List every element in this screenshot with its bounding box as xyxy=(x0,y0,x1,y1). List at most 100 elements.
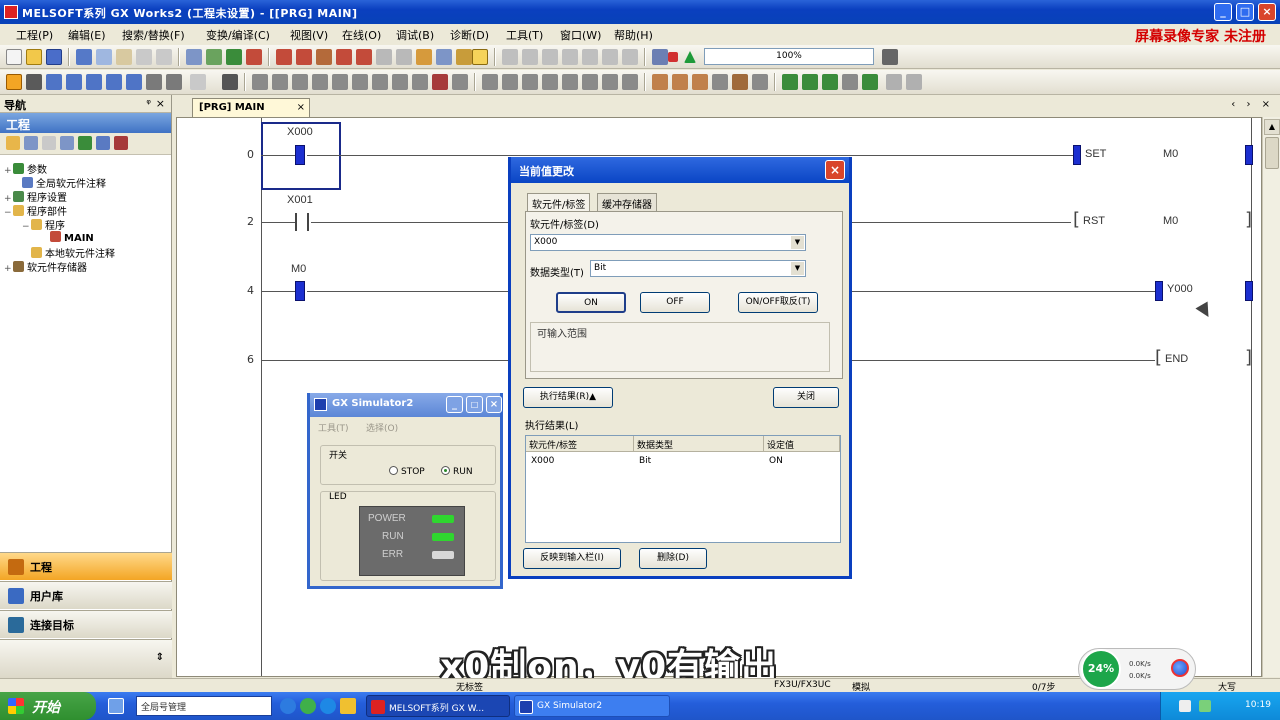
paste-icon[interactable] xyxy=(116,49,132,65)
dialog-close-text-button[interactable]: 关闭 xyxy=(773,387,839,408)
parallel-rising-icon[interactable] xyxy=(502,74,518,90)
device-test-icon[interactable] xyxy=(396,49,412,65)
minimize-button[interactable]: _ xyxy=(1214,3,1232,21)
address-bar[interactable]: 全局号管理 xyxy=(136,696,272,716)
tab-device-label[interactable]: 软元件/标签 xyxy=(527,193,591,211)
insert-col-icon[interactable] xyxy=(692,74,708,90)
monitor-write-icon[interactable] xyxy=(376,49,392,65)
parallel-closed-icon[interactable] xyxy=(312,74,328,90)
read-mode-icon[interactable] xyxy=(26,74,42,90)
run-icon[interactable] xyxy=(684,51,696,63)
col-device[interactable]: 软元件/标签 xyxy=(526,436,634,452)
tray-volume-icon[interactable] xyxy=(1179,700,1191,712)
off-button[interactable]: OFF xyxy=(640,292,710,313)
menu-edit[interactable]: 编辑(E) xyxy=(68,27,106,43)
tree-item-device-memory[interactable]: + 软元件存储器 xyxy=(4,259,87,274)
write-plc-icon[interactable] xyxy=(296,49,312,65)
comment-icon[interactable] xyxy=(106,74,122,90)
insert-row-icon[interactable] xyxy=(652,74,668,90)
nav-property-icon[interactable] xyxy=(114,136,128,150)
closed-contact-icon[interactable] xyxy=(292,74,308,90)
nav-close-icon[interactable]: × xyxy=(156,97,165,110)
vline-icon[interactable] xyxy=(392,74,408,90)
tree-item-parameter[interactable]: + 参数 xyxy=(4,161,47,176)
zoom-field[interactable]: 100% xyxy=(704,48,874,65)
col-datatype[interactable]: 数据类型 xyxy=(634,436,764,452)
break-icon[interactable] xyxy=(542,49,558,65)
device-combobox[interactable]: X000 ▼ xyxy=(530,234,806,251)
close-button[interactable]: × xyxy=(1258,3,1276,21)
sampling-icon[interactable] xyxy=(602,49,618,65)
delete-row-icon[interactable] xyxy=(672,74,688,90)
new-file-icon[interactable] xyxy=(6,49,22,65)
tree-item-program-setting[interactable]: + 程序设置 xyxy=(4,189,67,204)
simulation-active-icon[interactable] xyxy=(472,49,488,65)
sim-menu-option[interactable]: 选择(O) xyxy=(366,421,398,434)
start-button[interactable]: 开始 xyxy=(0,692,96,720)
write-mode-icon[interactable] xyxy=(46,74,62,90)
nav-tab-project[interactable]: 工程 xyxy=(0,552,172,580)
open-contact-icon[interactable] xyxy=(252,74,268,90)
tab-navigation[interactable]: ‹ › × xyxy=(1231,99,1274,110)
menu-search[interactable]: 搜索/替换(F) xyxy=(122,27,185,43)
rising-edge-icon[interactable] xyxy=(452,74,468,90)
zoom-apply-icon[interactable] xyxy=(882,49,898,65)
zoom-out-icon[interactable] xyxy=(190,74,206,90)
tree-item-local-comment[interactable]: 本地软元件注释 xyxy=(31,245,115,260)
exec-result-button[interactable]: 执行结果(R)▲ xyxy=(523,387,613,408)
step-over-icon[interactable] xyxy=(522,49,538,65)
maximize-button[interactable]: □ xyxy=(1236,3,1254,21)
tree-item-program[interactable]: − 程序 xyxy=(22,217,65,232)
trace-icon[interactable] xyxy=(622,49,638,65)
grid-icon[interactable] xyxy=(186,49,202,65)
delete-hline-icon[interactable] xyxy=(412,74,428,90)
mode-toggle-icon[interactable] xyxy=(622,74,638,90)
fb-icon[interactable] xyxy=(732,74,748,90)
cut-icon[interactable] xyxy=(76,49,92,65)
binoculars-icon[interactable] xyxy=(222,74,238,90)
monitor-stop-icon[interactable] xyxy=(356,49,372,65)
read-plc-icon[interactable] xyxy=(276,49,292,65)
stop-radio[interactable]: STOP xyxy=(389,466,425,477)
contact-x000-on[interactable] xyxy=(295,145,305,165)
contact-x001-off[interactable] xyxy=(295,213,309,231)
nav-tab-connection[interactable]: 连接目标 xyxy=(0,610,172,638)
scroll-up-icon[interactable]: ▲ xyxy=(1264,119,1280,135)
col-value[interactable]: 设定值 xyxy=(764,436,840,452)
monitor-write-mode-icon[interactable] xyxy=(86,74,102,90)
partial-run-icon[interactable] xyxy=(582,49,598,65)
coil-icon[interactable] xyxy=(332,74,348,90)
menu-convert[interactable]: 变换/编译(C) xyxy=(206,27,270,43)
rebuild-icon[interactable] xyxy=(802,74,818,90)
scroll-thumb[interactable] xyxy=(1265,137,1279,169)
sim-minimize-button[interactable]: _ xyxy=(446,396,463,413)
reflect-button[interactable]: 反映到输入栏(I) xyxy=(523,548,621,569)
delete-vline-icon[interactable] xyxy=(432,74,448,90)
network-widget[interactable]: 24% 0.0K/s 0.0K/s xyxy=(1078,648,1196,690)
coil-y000-on[interactable] xyxy=(1155,281,1163,301)
nav-new-icon[interactable] xyxy=(6,136,20,150)
menu-view[interactable]: 视图(V) xyxy=(290,27,328,43)
nav-refresh-icon[interactable] xyxy=(78,136,92,150)
menu-debug[interactable]: 调试(B) xyxy=(396,27,434,43)
nav-tab-user-library[interactable]: 用户库 xyxy=(0,581,172,609)
instruction-icon[interactable] xyxy=(352,74,368,90)
sim-maximize-button[interactable]: □ xyxy=(466,396,483,413)
tab-prg-main[interactable]: [PRG] MAIN × xyxy=(192,98,310,117)
nav-sort-icon[interactable] xyxy=(60,136,74,150)
compile-icon[interactable] xyxy=(226,49,242,65)
monitor-mode-icon[interactable] xyxy=(66,74,82,90)
menu-project[interactable]: 工程(P) xyxy=(16,27,53,43)
folder-icon[interactable] xyxy=(340,698,356,714)
build-icon[interactable] xyxy=(782,74,798,90)
hline-icon[interactable] xyxy=(372,74,388,90)
task-gx-simulator[interactable]: GX Simulator2 xyxy=(514,695,670,717)
nav-filter-icon[interactable] xyxy=(96,136,110,150)
undo-icon[interactable] xyxy=(136,49,152,65)
simulation-icon[interactable] xyxy=(456,49,472,65)
online-change-icon[interactable] xyxy=(822,74,838,90)
delete-button[interactable]: 删除(D) xyxy=(639,548,707,569)
toggle-button[interactable]: ON/OFF取反(T) xyxy=(738,292,818,313)
monitor-icon[interactable] xyxy=(336,49,352,65)
verify-icon[interactable] xyxy=(862,74,878,90)
